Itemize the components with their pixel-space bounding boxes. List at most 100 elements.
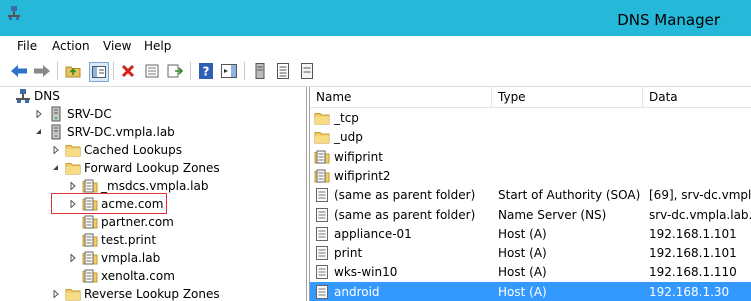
tree-item-label: xenolta.com — [101, 269, 175, 283]
tree-item[interactable]: Forward Lookup Zones — [0, 159, 306, 177]
properties-icon[interactable] — [143, 62, 161, 80]
tree-item-label: Reverse Lookup Zones — [84, 287, 220, 301]
tree-item-label: SRV-DC — [67, 107, 112, 121]
folder-icon — [65, 286, 81, 301]
record-name: android — [334, 284, 380, 299]
column-header-name[interactable]: Name — [310, 87, 492, 107]
server-icon — [48, 106, 64, 122]
collapsed-arrow-icon[interactable] — [34, 109, 43, 118]
tree-item[interactable]: SRV-DC — [0, 105, 306, 123]
record-data: 192.168.1.110 — [649, 265, 737, 280]
zone-folder-icon — [82, 178, 98, 194]
folder-icon — [65, 142, 81, 158]
record-name: (same as parent folder) — [334, 188, 476, 203]
collapsed-arrow-icon[interactable] — [68, 181, 77, 190]
delete-x-icon[interactable] — [119, 62, 137, 80]
record-type: Host (A) — [498, 284, 547, 299]
tree-item[interactable]: DNS — [0, 87, 306, 105]
record-name: wifiprint — [334, 149, 383, 164]
record-icon — [314, 187, 330, 203]
record-name: appliance-01 — [334, 226, 412, 241]
tree-item-label: DNS — [34, 89, 60, 103]
list-item[interactable]: _tcp — [310, 108, 751, 128]
tree-item-label: vmpla.lab — [101, 251, 161, 265]
collapsed-arrow-icon[interactable] — [68, 253, 77, 262]
record-type: Host (A) — [498, 226, 547, 241]
record-data: 192.168.1.101 — [649, 226, 737, 241]
show-hide-tree-icon[interactable] — [89, 62, 109, 82]
menu-help[interactable]: Help — [144, 39, 171, 53]
list-item[interactable]: _udp — [310, 127, 751, 147]
record-icon — [314, 264, 330, 280]
menu-file[interactable]: File — [17, 39, 37, 53]
zone-folder-icon — [82, 250, 98, 266]
list-item[interactable]: (same as parent folder) Name Server (NS) s… — [310, 205, 751, 225]
zone-icon[interactable] — [298, 62, 316, 80]
toolbar-separator — [57, 62, 58, 80]
zone-folder-icon — [314, 149, 330, 165]
tree-item-label: Cached Lookups — [84, 143, 182, 157]
folder-icon — [314, 110, 330, 126]
expanded-arrow-icon[interactable] — [51, 163, 60, 172]
action-pane-icon[interactable] — [220, 62, 238, 80]
tree-item[interactable]: partner.com — [0, 213, 306, 231]
list-item[interactable]: appliance-01 Host (A) 192.168.1.101 — [310, 224, 751, 244]
menu-bar: File Action View Help — [0, 36, 751, 56]
server-icon — [48, 124, 64, 140]
server-icon[interactable] — [251, 62, 269, 80]
dns-icon — [15, 88, 31, 104]
tree-item-label: test.print — [101, 233, 157, 247]
list-icon[interactable] — [274, 62, 292, 80]
column-header-data[interactable]: Data — [643, 87, 751, 107]
help-icon[interactable]: ? — [197, 62, 215, 80]
forward-arrow-icon[interactable] — [33, 62, 51, 80]
expanded-arrow-icon[interactable] — [34, 127, 43, 136]
record-type: Host (A) — [498, 265, 547, 280]
record-name: (same as parent folder) — [334, 207, 476, 222]
tree-item[interactable]: vmpla.lab — [0, 249, 306, 267]
zone-folder-icon — [82, 232, 98, 248]
tree-item-label: partner.com — [101, 215, 174, 229]
list-item[interactable]: android Host (A) 192.168.1.30 — [310, 281, 751, 301]
tree-item[interactable]: Reverse Lookup Zones — [0, 285, 306, 301]
tree-item[interactable]: acme.com — [0, 193, 306, 214]
list-item[interactable]: wifiprint — [310, 147, 751, 167]
tree-item[interactable]: SRV-DC.vmpla.lab — [0, 123, 306, 141]
list-item[interactable]: (same as parent folder) Start of Authorit… — [310, 185, 751, 205]
svg-text:?: ? — [203, 65, 210, 79]
toolbar-separator — [113, 62, 114, 80]
console-tree[interactable]: DNS SRV-DC SRV-DC.vmpla.lab Cached Lookups F… — [0, 87, 307, 301]
column-header-type[interactable]: Type — [492, 87, 643, 107]
list-item[interactable]: print Host (A) 192.168.1.101 — [310, 243, 751, 263]
collapsed-arrow-icon[interactable] — [51, 289, 60, 298]
record-icon — [314, 245, 330, 261]
list-item[interactable]: wifiprint2 — [310, 166, 751, 186]
tree-item[interactable]: Cached Lookups — [0, 141, 306, 159]
tree-item-label: Forward Lookup Zones — [84, 161, 220, 175]
list-header: Name Type Data — [310, 87, 751, 108]
toolbar: ? — [0, 56, 751, 87]
record-type: Name Server (NS) — [498, 207, 607, 222]
tree-item-label: _msdcs.vmpla.lab — [101, 179, 209, 193]
up-folder-icon[interactable] — [64, 62, 82, 80]
zone-folder-icon — [82, 214, 98, 230]
record-icon — [314, 226, 330, 242]
menu-view[interactable]: View — [103, 39, 131, 53]
tree-item[interactable]: test.print — [0, 231, 306, 249]
record-data: 192.168.1.30 — [649, 284, 730, 299]
record-name: wks-win10 — [334, 265, 398, 280]
zone-folder-icon — [82, 268, 98, 284]
record-type: Host (A) — [498, 246, 547, 261]
export-list-icon[interactable] — [166, 62, 184, 80]
record-type: Start of Authority (SOA) — [498, 188, 641, 203]
back-arrow-icon[interactable] — [10, 62, 28, 80]
tree-item[interactable]: xenolta.com — [0, 267, 306, 285]
collapsed-arrow-icon[interactable] — [51, 145, 60, 154]
toolbar-separator — [244, 62, 245, 80]
record-name: print — [334, 246, 363, 261]
results-pane[interactable]: Name Type Data _tcp _udp wifiprint wifiprin… — [309, 87, 751, 301]
menu-action[interactable]: Action — [52, 39, 90, 53]
list-item[interactable]: wks-win10 Host (A) 192.168.1.110 — [310, 262, 751, 282]
window-title: DNS Manager — [617, 11, 720, 29]
record-data: 192.168.1.101 — [649, 246, 737, 261]
